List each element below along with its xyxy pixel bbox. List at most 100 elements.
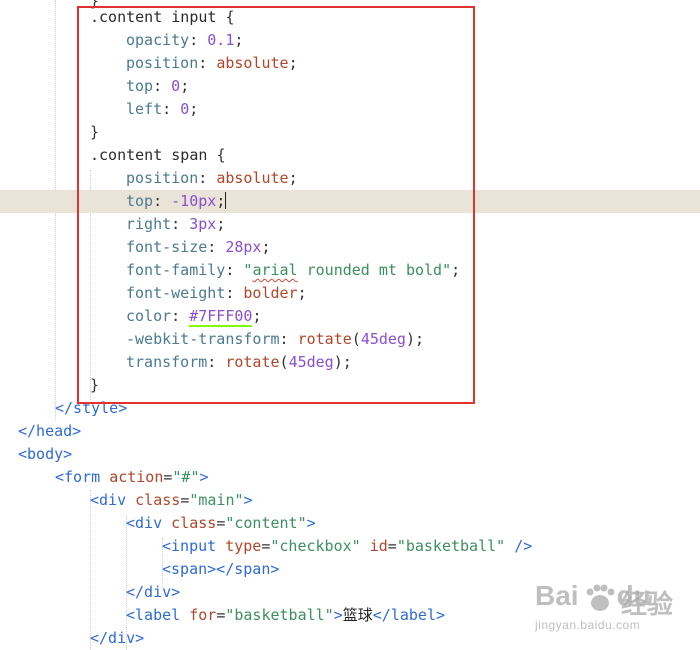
code-line[interactable]: } [0, 121, 700, 144]
code-token: id [369, 537, 388, 555]
code-token: = [216, 606, 226, 624]
code-token: top [126, 192, 154, 210]
code-token: ; [234, 31, 244, 49]
code-line[interactable]: transform: rotate(45deg); [0, 351, 700, 374]
code-token: "checkbox" [270, 537, 361, 555]
code-token: type [225, 537, 262, 555]
code-line[interactable]: <div class="main"> [0, 489, 700, 512]
code-token: ); [333, 353, 352, 371]
code-token: <span></span> [162, 560, 280, 578]
code-line[interactable]: font-weight: bolder; [0, 282, 700, 305]
code-token: "main" [189, 491, 244, 509]
code-token: : [225, 284, 244, 302]
code-token: 0 [171, 77, 181, 95]
code-token: : [207, 238, 226, 256]
code-token: : [153, 192, 172, 210]
code-line[interactable]: font-family: "arial rounded mt bold"; [0, 259, 700, 282]
code-token: ; [288, 54, 298, 72]
code-token: ; [180, 77, 190, 95]
code-token: : [189, 31, 208, 49]
code-token: <label [126, 606, 190, 624]
code-token: top [126, 77, 154, 95]
code-line[interactable]: </style> [0, 397, 700, 420]
code-token: 28px [225, 238, 262, 256]
code-line[interactable]: right: 3px; [0, 213, 700, 236]
code-line[interactable]: <form action="#"> [0, 466, 700, 489]
code-token: left [126, 100, 163, 118]
baidu-jingyan-watermark: Bai du 经验 jingyan.baidu.com [535, 580, 695, 642]
code-line[interactable]: top: 0; [0, 75, 700, 98]
code-editor[interactable]: } .content input {opacity: 0.1; position: … [0, 0, 700, 650]
code-line[interactable]: position: absolute; [0, 52, 700, 75]
code-token: ; [216, 192, 226, 210]
code-token: .content input [90, 8, 226, 26]
code-token: } [90, 123, 100, 141]
code-token: { [225, 8, 235, 26]
code-token: ; [451, 261, 461, 279]
code-token: : [162, 100, 181, 118]
code-token: : [171, 307, 190, 325]
code-token: transform [126, 353, 208, 371]
watermark-url-text: jingyan.baidu.com [535, 618, 641, 632]
code-token: ); [405, 330, 425, 348]
code-line[interactable]: <div class="content"> [0, 512, 700, 535]
code-line[interactable]: <body> [0, 443, 700, 466]
code-token: > [243, 491, 253, 509]
code-token: > [199, 468, 209, 486]
code-token: : [171, 215, 190, 233]
code-token: .content span [90, 146, 217, 164]
code-line[interactable]: </head> [0, 420, 700, 443]
code-token: absolute [216, 54, 289, 72]
code-token: rotate [297, 330, 352, 348]
code-token: class [135, 491, 181, 509]
code-token: ; [288, 169, 298, 187]
code-token: : [198, 54, 217, 72]
code-token: 45deg [360, 330, 406, 348]
code-token: color [126, 307, 172, 325]
code-line[interactable]: <span></span> [0, 558, 700, 581]
code-token: </div> [126, 583, 181, 601]
code-token: : [153, 77, 172, 95]
code-token: rotate [225, 353, 280, 371]
code-line[interactable]: <input type="checkbox" id="basketball" /… [0, 535, 700, 558]
code-token: font-weight [126, 284, 226, 302]
code-line[interactable]: } [0, 374, 700, 397]
code-token: 篮球 [342, 606, 373, 624]
code-line[interactable]: .content span { [0, 144, 700, 167]
code-line[interactable]: color: #7FFF00; [0, 305, 700, 328]
code-token: #7FFF00 [189, 307, 253, 327]
paw-icon [586, 584, 615, 611]
code-token: bolder [243, 284, 298, 302]
code-token: ; [261, 238, 271, 256]
code-token: } [90, 376, 100, 394]
code-line[interactable]: position: absolute; [0, 167, 700, 190]
code-line[interactable]: left: 0; [0, 98, 700, 121]
code-line[interactable]: .content input { [0, 6, 700, 29]
watermark-cn-text: 经验 [621, 589, 674, 619]
code-line[interactable]: font-size: 28px; [0, 236, 700, 259]
code-token: ( [351, 330, 361, 348]
code-token: right [126, 215, 172, 233]
code-token: : [225, 261, 244, 279]
code-token: position [126, 54, 199, 72]
code-token: /> [514, 537, 533, 555]
code-token: <form [55, 468, 110, 486]
code-token: = [216, 514, 226, 532]
code-token: : [207, 353, 226, 371]
code-token: ( [279, 353, 289, 371]
code-token: ; [216, 215, 226, 233]
code-token: </head> [18, 422, 82, 440]
text-caret [225, 192, 227, 209]
code-token: </style> [55, 399, 128, 417]
code-token: class [171, 514, 217, 532]
code-token: font-size [126, 238, 208, 256]
code-token: rounded mt bold" [297, 261, 452, 279]
code-line[interactable]: opacity: 0.1; [0, 29, 700, 52]
code-line[interactable]: -webkit-transform: rotate(45deg); [0, 328, 700, 351]
code-token: 45deg [288, 353, 334, 371]
code-token: 3px [189, 215, 217, 233]
code-token: "basketball" [225, 606, 334, 624]
code-token: <div [126, 514, 172, 532]
code-line[interactable]: top: -10px; [0, 190, 700, 213]
